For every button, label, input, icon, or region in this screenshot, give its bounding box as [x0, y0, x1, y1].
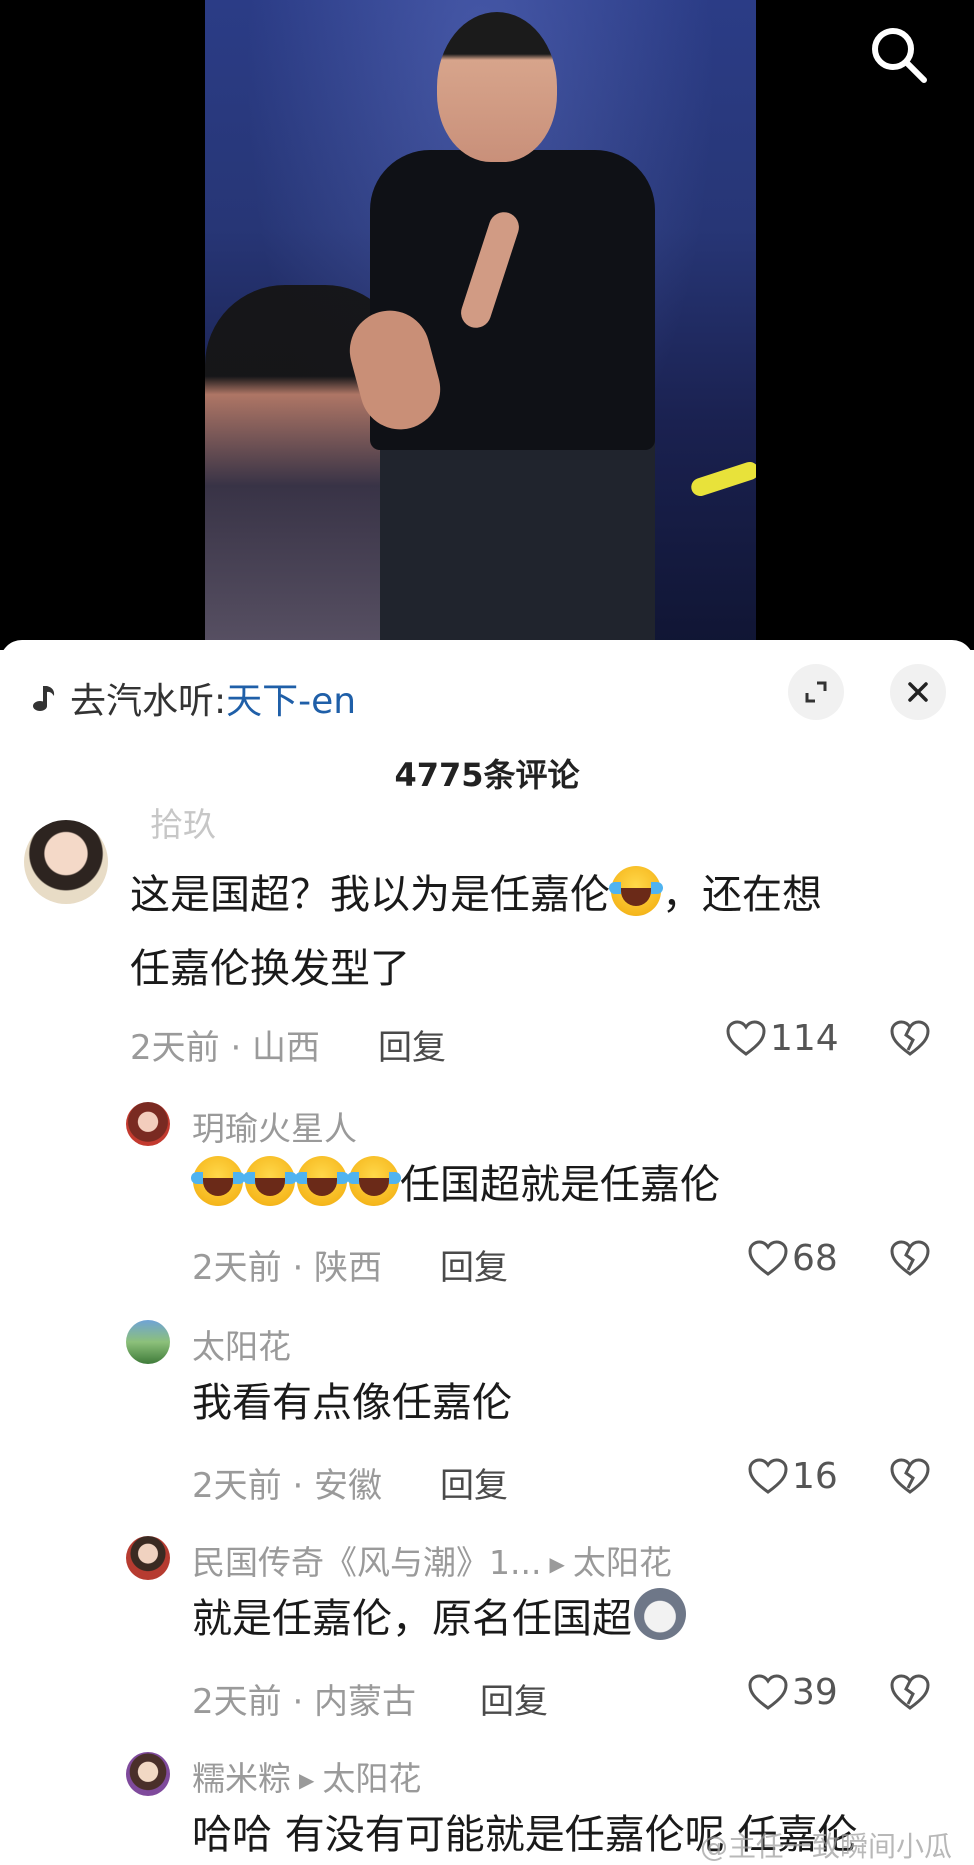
comment-text-part: ，还在想	[662, 872, 822, 918]
comment-text-part: 这是国超？我以为是任嘉伦	[130, 872, 610, 918]
dislike-button[interactable]	[890, 1020, 930, 1062]
laughing-crying-emoji	[243, 1156, 297, 1206]
comment-count: 4775条评论	[394, 756, 580, 794]
heart-icon	[748, 1673, 788, 1710]
avatar[interactable]	[126, 1320, 170, 1364]
laughing-crying-emoji	[609, 866, 663, 916]
comment-text: 我看有点像任嘉伦	[192, 1380, 512, 1426]
performer-head	[437, 12, 557, 162]
username[interactable]: 糯米粽 ▶ 太阳花	[192, 1752, 421, 1800]
like-count: 68	[792, 1238, 838, 1279]
reply-author[interactable]: 糯米粽	[192, 1759, 291, 1798]
heart-icon	[748, 1239, 788, 1276]
like-button[interactable]: 39	[748, 1672, 838, 1713]
heart-icon	[726, 1019, 766, 1056]
laughing-crying-emoji	[191, 1156, 245, 1206]
laughing-crying-emoji	[295, 1156, 349, 1206]
search-button[interactable]	[862, 18, 936, 92]
reply-author[interactable]: 民国传奇《风与潮》1...	[192, 1543, 541, 1582]
like-button[interactable]: 114	[726, 1018, 839, 1059]
comment-text-part: 就是任嘉伦，原名任国超	[192, 1596, 632, 1642]
comment-text: 任国超就是任嘉伦	[191, 1148, 720, 1222]
comment-time-location: 2天前 · 内蒙古	[192, 1682, 417, 1722]
avatar[interactable]	[24, 820, 108, 904]
avatar[interactable]	[126, 1752, 170, 1796]
broken-heart-icon	[890, 1240, 930, 1276]
like-count: 16	[792, 1456, 838, 1497]
reply-button[interactable]: 回复	[378, 1020, 446, 1069]
reply-button[interactable]: 回复	[480, 1674, 548, 1723]
music-link[interactable]: 去汽水听: 天下-en	[28, 668, 356, 728]
performer-pants	[380, 440, 655, 650]
close-icon	[908, 682, 928, 702]
heart-icon	[748, 1457, 788, 1494]
reply-button[interactable]: 回复	[440, 1458, 508, 1507]
reply-arrow-icon: ▶	[299, 1768, 315, 1792]
reply-arrow-icon: ▶	[549, 1552, 565, 1576]
broken-heart-icon	[890, 1674, 930, 1710]
comment-time-location: 2天前 · 山西	[130, 1028, 321, 1068]
username[interactable]: 太阳花	[192, 1320, 291, 1368]
laughing-crying-emoji	[347, 1156, 401, 1206]
dislike-button[interactable]	[890, 1674, 930, 1716]
music-prefix: 去汽水听:	[70, 681, 227, 722]
avatar[interactable]	[126, 1102, 170, 1146]
expand-icon	[805, 681, 827, 703]
comments-sheet: 去汽水听: 天下-en 4775条评论 拾玖 这是国超？我以为是任嘉伦 ，还在想 …	[0, 640, 974, 1865]
like-button[interactable]: 16	[748, 1456, 838, 1497]
username-partial[interactable]: 拾玖	[150, 798, 216, 846]
reply-target[interactable]: 太阳花	[573, 1543, 672, 1582]
video-frame	[205, 0, 756, 650]
expand-button[interactable]	[788, 664, 844, 720]
music-note-icon	[33, 686, 55, 711]
dislike-button[interactable]	[890, 1458, 930, 1500]
comment-text: 就是任嘉伦，原名任国超	[192, 1582, 686, 1656]
music-song-title[interactable]: 天下-en	[226, 672, 356, 724]
comment-item: 拾玖 这是国超？我以为是任嘉伦 ，还在想 任嘉伦换发型了 2天前 · 山西 回复 …	[0, 805, 974, 1070]
comment-text: 这是国超？我以为是任嘉伦 ，还在想	[130, 858, 822, 932]
comment-text-line2: 任嘉伦换发型了	[130, 946, 410, 992]
like-count: 114	[770, 1018, 839, 1059]
doge-emoji	[634, 1588, 686, 1640]
like-count: 39	[792, 1672, 838, 1713]
reply-item: 玥瑜火星人 任国超就是任嘉伦 2天前 · 陕西 回复 68	[0, 1102, 974, 1302]
username[interactable]: 玥瑜火星人	[192, 1102, 357, 1150]
video-player[interactable]	[0, 0, 974, 650]
watermark: @主任一致瞬间小瓜	[700, 1830, 953, 1863]
username[interactable]: 民国传奇《风与潮》1... ▶ 太阳花	[192, 1536, 672, 1584]
broken-heart-icon	[890, 1458, 930, 1494]
broken-heart-icon	[890, 1020, 930, 1056]
close-button[interactable]	[890, 664, 946, 720]
reply-item: 民国传奇《风与潮》1... ▶ 太阳花 就是任嘉伦，原名任国超 2天前 · 内蒙古 …	[0, 1536, 974, 1736]
reply-button[interactable]: 回复	[440, 1240, 508, 1289]
search-icon	[872, 28, 927, 83]
reply-item: 太阳花 我看有点像任嘉伦 2天前 · 安徽 回复 16	[0, 1320, 974, 1520]
dislike-button[interactable]	[890, 1240, 930, 1282]
comment-time-location: 2天前 · 陕西	[192, 1248, 383, 1288]
reply-target[interactable]: 太阳花	[322, 1759, 421, 1798]
comment-text-part: 任国超就是任嘉伦	[400, 1162, 720, 1208]
comment-time-location: 2天前 · 安徽	[192, 1466, 383, 1506]
like-button[interactable]: 68	[748, 1238, 838, 1279]
avatar[interactable]	[126, 1536, 170, 1580]
